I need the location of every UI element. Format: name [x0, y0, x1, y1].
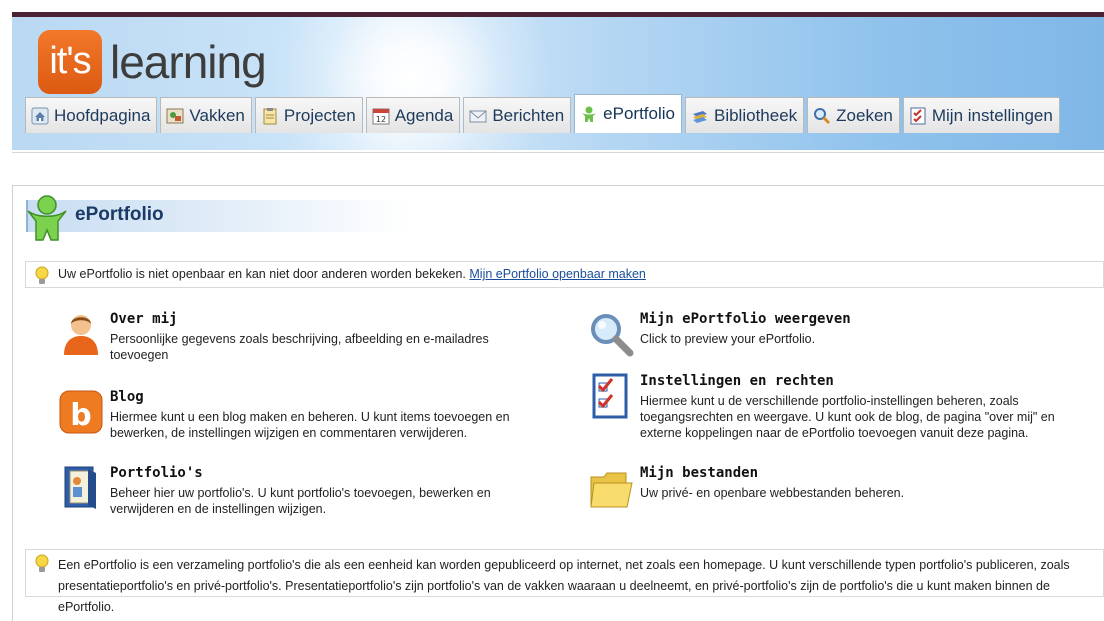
- clipboard-icon: [261, 107, 279, 125]
- person-icon: [580, 105, 598, 123]
- tab-berichten[interactable]: Berichten: [463, 97, 572, 133]
- feature-title[interactable]: Instellingen en rechten: [640, 373, 834, 389]
- tab-label: Mijn instellingen: [931, 105, 1053, 125]
- courses-icon: [166, 107, 184, 125]
- visibility-notice: Uw ePortfolio is niet openbaar en kan ni…: [25, 261, 1104, 288]
- portfolio-binder-icon: [58, 465, 104, 511]
- eportfolio-person-icon: [25, 194, 69, 242]
- magnifier-icon: [813, 107, 831, 125]
- feature-my-files[interactable]: Mijn bestanden Uw privé- en openbare web…: [588, 465, 1068, 515]
- feature-description: Beheer hier uw portfolio's. U kunt portf…: [110, 486, 491, 516]
- feature-title[interactable]: Blog: [110, 389, 144, 405]
- logo-badge[interactable]: it's: [38, 30, 102, 94]
- page-title: ePortfolio: [75, 204, 164, 225]
- books-icon: [691, 107, 709, 125]
- tab-label: Vakken: [189, 105, 245, 125]
- feature-description: Uw privé- en openbare webbestanden beher…: [640, 486, 905, 500]
- tab-mijn-instellingen[interactable]: Mijn instellingen: [902, 97, 1060, 133]
- explanation-text: Een ePortfolio is een verzameling portfo…: [58, 558, 1070, 614]
- feature-description: Persoonlijke gegevens zoals beschrijving…: [110, 332, 489, 362]
- logo-wordmark: learning: [110, 36, 267, 88]
- feature-description: Click to preview your ePortfolio.: [640, 332, 816, 346]
- user-avatar-icon: [58, 311, 104, 357]
- home-icon: [31, 107, 49, 125]
- calendar-icon: 12: [372, 107, 390, 125]
- feature-title[interactable]: Portfolio's: [110, 465, 203, 481]
- tab-bibliotheek[interactable]: Bibliotheek: [684, 97, 805, 133]
- blog-icon: b: [58, 389, 104, 435]
- feature-description: Hiermee kunt u een blog maken en beheren…: [110, 410, 510, 440]
- svg-text:b: b: [70, 398, 91, 433]
- lightbulb-icon: [34, 266, 50, 286]
- tab-agenda[interactable]: 12 Agenda: [365, 97, 461, 133]
- feature-blog[interactable]: b Blog Hiermee kunt u een blog maken en …: [58, 389, 538, 445]
- tab-eportfolio[interactable]: ePortfolio: [574, 94, 682, 133]
- tab-label: Agenda: [394, 105, 454, 125]
- notice-text: Uw ePortfolio is niet openbaar en kan ni…: [58, 267, 470, 281]
- svg-text:12: 12: [376, 115, 386, 124]
- tab-hoofdpagina[interactable]: Hoofdpagina: [25, 97, 158, 133]
- feature-title[interactable]: Mijn ePortfolio weergeven: [640, 311, 851, 327]
- eportfolio-explanation: Een ePortfolio is een verzameling portfo…: [25, 549, 1104, 614]
- tab-label: Hoofdpagina: [54, 105, 151, 125]
- main-navigation-tabs: Hoofdpagina Vakken Projecten 12 Agenda B…: [25, 94, 1060, 133]
- tab-label: ePortfolio: [603, 104, 675, 123]
- feature-title[interactable]: Over mij: [110, 311, 177, 327]
- checklist-icon: [588, 373, 634, 419]
- tab-label: Zoeken: [836, 105, 893, 125]
- tab-vakken[interactable]: Vakken: [160, 97, 252, 133]
- feature-description: Hiermee kunt u de verschillende portfoli…: [640, 394, 1055, 440]
- magnifier-icon: [588, 311, 634, 357]
- tab-label: Projecten: [283, 105, 356, 125]
- tab-label: Berichten: [492, 105, 565, 125]
- checklist-icon: [909, 107, 927, 125]
- feature-portfolios[interactable]: Portfolio's Beheer hier uw portfolio's. …: [58, 465, 538, 521]
- feature-view-eportfolio[interactable]: Mijn ePortfolio weergeven Click to previ…: [588, 311, 1068, 361]
- tab-label: Bibliotheek: [713, 105, 798, 125]
- tab-projecten[interactable]: Projecten: [254, 97, 363, 133]
- header-separator: [12, 152, 1104, 153]
- lens-flare-decoration: [430, 77, 448, 95]
- lightbulb-icon: [34, 554, 50, 574]
- feature-title[interactable]: Mijn bestanden: [640, 465, 758, 481]
- tab-zoeken[interactable]: Zoeken: [807, 97, 900, 133]
- feature-settings-rights[interactable]: Instellingen en rechten Hiermee kunt u d…: [588, 373, 1068, 445]
- make-public-link[interactable]: Mijn ePortfolio openbaar maken: [469, 267, 646, 281]
- envelope-icon: [469, 107, 487, 125]
- feature-over-mij[interactable]: Over mij Persoonlijke gegevens zoals bes…: [58, 311, 538, 367]
- folder-icon: [588, 465, 634, 511]
